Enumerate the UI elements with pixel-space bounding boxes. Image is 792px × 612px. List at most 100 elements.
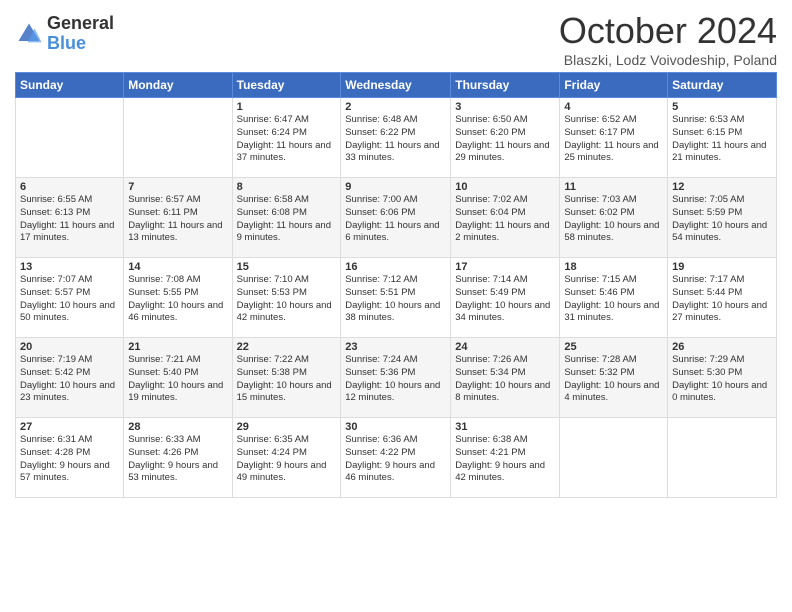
month-title: October 2024 [559,10,777,52]
table-row: 21 Sunrise: 7:21 AMSunset: 5:40 PMDaylig… [124,338,232,418]
title-block: October 2024 Blaszki, Lodz Voivodeship, … [559,10,777,68]
day-number: 2 [345,101,446,113]
table-row: 9 Sunrise: 7:00 AMSunset: 6:06 PMDayligh… [341,178,451,258]
day-info: Sunrise: 7:14 AMSunset: 5:49 PMDaylight:… [455,274,555,325]
day-number: 11 [564,181,663,193]
day-info: Sunrise: 7:05 AMSunset: 5:59 PMDaylight:… [672,194,772,245]
table-row: 25 Sunrise: 7:28 AMSunset: 5:32 PMDaylig… [560,338,668,418]
table-row: 31 Sunrise: 6:38 AMSunset: 4:21 PMDaylig… [451,418,560,498]
day-info: Sunrise: 7:22 AMSunset: 5:38 PMDaylight:… [237,354,337,405]
table-row: 27 Sunrise: 6:31 AMSunset: 4:28 PMDaylig… [16,418,124,498]
day-number: 19 [672,261,772,273]
day-number: 31 [455,421,555,433]
col-wednesday: Wednesday [341,73,451,98]
day-info: Sunrise: 6:36 AMSunset: 4:22 PMDaylight:… [345,434,446,485]
day-number: 7 [128,181,227,193]
table-row: 20 Sunrise: 7:19 AMSunset: 5:42 PMDaylig… [16,338,124,418]
col-saturday: Saturday [668,73,777,98]
day-info: Sunrise: 6:58 AMSunset: 6:08 PMDaylight:… [237,194,337,245]
table-row [560,418,668,498]
day-number: 24 [455,341,555,353]
col-thursday: Thursday [451,73,560,98]
day-info: Sunrise: 6:52 AMSunset: 6:17 PMDaylight:… [564,114,663,165]
logo-blue: Blue [47,34,114,54]
day-info: Sunrise: 7:17 AMSunset: 5:44 PMDaylight:… [672,274,772,325]
day-info: Sunrise: 7:29 AMSunset: 5:30 PMDaylight:… [672,354,772,405]
table-row: 8 Sunrise: 6:58 AMSunset: 6:08 PMDayligh… [232,178,341,258]
day-info: Sunrise: 6:50 AMSunset: 6:20 PMDaylight:… [455,114,555,165]
table-row [124,98,232,178]
table-row: 14 Sunrise: 7:08 AMSunset: 5:55 PMDaylig… [124,258,232,338]
calendar-week-row: 27 Sunrise: 6:31 AMSunset: 4:28 PMDaylig… [16,418,777,498]
day-info: Sunrise: 6:33 AMSunset: 4:26 PMDaylight:… [128,434,227,485]
day-number: 28 [128,421,227,433]
table-row: 17 Sunrise: 7:14 AMSunset: 5:49 PMDaylig… [451,258,560,338]
table-row: 18 Sunrise: 7:15 AMSunset: 5:46 PMDaylig… [560,258,668,338]
day-info: Sunrise: 7:02 AMSunset: 6:04 PMDaylight:… [455,194,555,245]
day-number: 6 [20,181,119,193]
table-row: 2 Sunrise: 6:48 AMSunset: 6:22 PMDayligh… [341,98,451,178]
page-container: General Blue October 2024 Blaszki, Lodz … [0,0,792,503]
day-info: Sunrise: 6:55 AMSunset: 6:13 PMDaylight:… [20,194,119,245]
day-info: Sunrise: 7:15 AMSunset: 5:46 PMDaylight:… [564,274,663,325]
day-number: 12 [672,181,772,193]
day-number: 25 [564,341,663,353]
day-info: Sunrise: 7:26 AMSunset: 5:34 PMDaylight:… [455,354,555,405]
calendar-week-row: 20 Sunrise: 7:19 AMSunset: 5:42 PMDaylig… [16,338,777,418]
table-row: 4 Sunrise: 6:52 AMSunset: 6:17 PMDayligh… [560,98,668,178]
col-monday: Monday [124,73,232,98]
table-row: 23 Sunrise: 7:24 AMSunset: 5:36 PMDaylig… [341,338,451,418]
day-number: 16 [345,261,446,273]
day-number: 20 [20,341,119,353]
logo: General Blue [15,14,114,54]
day-number: 13 [20,261,119,273]
day-number: 21 [128,341,227,353]
day-number: 5 [672,101,772,113]
table-row: 30 Sunrise: 6:36 AMSunset: 4:22 PMDaylig… [341,418,451,498]
table-row: 29 Sunrise: 6:35 AMSunset: 4:24 PMDaylig… [232,418,341,498]
day-info: Sunrise: 6:53 AMSunset: 6:15 PMDaylight:… [672,114,772,165]
table-row: 7 Sunrise: 6:57 AMSunset: 6:11 PMDayligh… [124,178,232,258]
calendar-week-row: 6 Sunrise: 6:55 AMSunset: 6:13 PMDayligh… [16,178,777,258]
location-subtitle: Blaszki, Lodz Voivodeship, Poland [559,52,777,68]
table-row: 22 Sunrise: 7:22 AMSunset: 5:38 PMDaylig… [232,338,341,418]
table-row: 3 Sunrise: 6:50 AMSunset: 6:20 PMDayligh… [451,98,560,178]
day-number: 15 [237,261,337,273]
day-number: 9 [345,181,446,193]
day-info: Sunrise: 7:21 AMSunset: 5:40 PMDaylight:… [128,354,227,405]
day-info: Sunrise: 7:24 AMSunset: 5:36 PMDaylight:… [345,354,446,405]
table-row: 11 Sunrise: 7:03 AMSunset: 6:02 PMDaylig… [560,178,668,258]
day-number: 23 [345,341,446,353]
day-number: 29 [237,421,337,433]
day-info: Sunrise: 7:28 AMSunset: 5:32 PMDaylight:… [564,354,663,405]
day-info: Sunrise: 7:00 AMSunset: 6:06 PMDaylight:… [345,194,446,245]
day-info: Sunrise: 6:47 AMSunset: 6:24 PMDaylight:… [237,114,337,165]
day-info: Sunrise: 6:35 AMSunset: 4:24 PMDaylight:… [237,434,337,485]
table-row: 6 Sunrise: 6:55 AMSunset: 6:13 PMDayligh… [16,178,124,258]
day-number: 8 [237,181,337,193]
calendar-week-row: 1 Sunrise: 6:47 AMSunset: 6:24 PMDayligh… [16,98,777,178]
table-row: 5 Sunrise: 6:53 AMSunset: 6:15 PMDayligh… [668,98,777,178]
table-row: 13 Sunrise: 7:07 AMSunset: 5:57 PMDaylig… [16,258,124,338]
day-info: Sunrise: 7:10 AMSunset: 5:53 PMDaylight:… [237,274,337,325]
logo-text: General Blue [47,14,114,54]
logo-general: General [47,14,114,34]
day-info: Sunrise: 7:12 AMSunset: 5:51 PMDaylight:… [345,274,446,325]
day-info: Sunrise: 6:38 AMSunset: 4:21 PMDaylight:… [455,434,555,485]
day-number: 26 [672,341,772,353]
day-info: Sunrise: 7:19 AMSunset: 5:42 PMDaylight:… [20,354,119,405]
calendar-week-row: 13 Sunrise: 7:07 AMSunset: 5:57 PMDaylig… [16,258,777,338]
table-row: 15 Sunrise: 7:10 AMSunset: 5:53 PMDaylig… [232,258,341,338]
day-info: Sunrise: 6:48 AMSunset: 6:22 PMDaylight:… [345,114,446,165]
table-row: 10 Sunrise: 7:02 AMSunset: 6:04 PMDaylig… [451,178,560,258]
table-row: 12 Sunrise: 7:05 AMSunset: 5:59 PMDaylig… [668,178,777,258]
day-number: 4 [564,101,663,113]
col-friday: Friday [560,73,668,98]
table-row: 19 Sunrise: 7:17 AMSunset: 5:44 PMDaylig… [668,258,777,338]
table-row: 1 Sunrise: 6:47 AMSunset: 6:24 PMDayligh… [232,98,341,178]
day-number: 30 [345,421,446,433]
day-info: Sunrise: 6:57 AMSunset: 6:11 PMDaylight:… [128,194,227,245]
calendar-header-row: Sunday Monday Tuesday Wednesday Thursday… [16,73,777,98]
header: General Blue October 2024 Blaszki, Lodz … [15,10,777,68]
day-info: Sunrise: 7:07 AMSunset: 5:57 PMDaylight:… [20,274,119,325]
